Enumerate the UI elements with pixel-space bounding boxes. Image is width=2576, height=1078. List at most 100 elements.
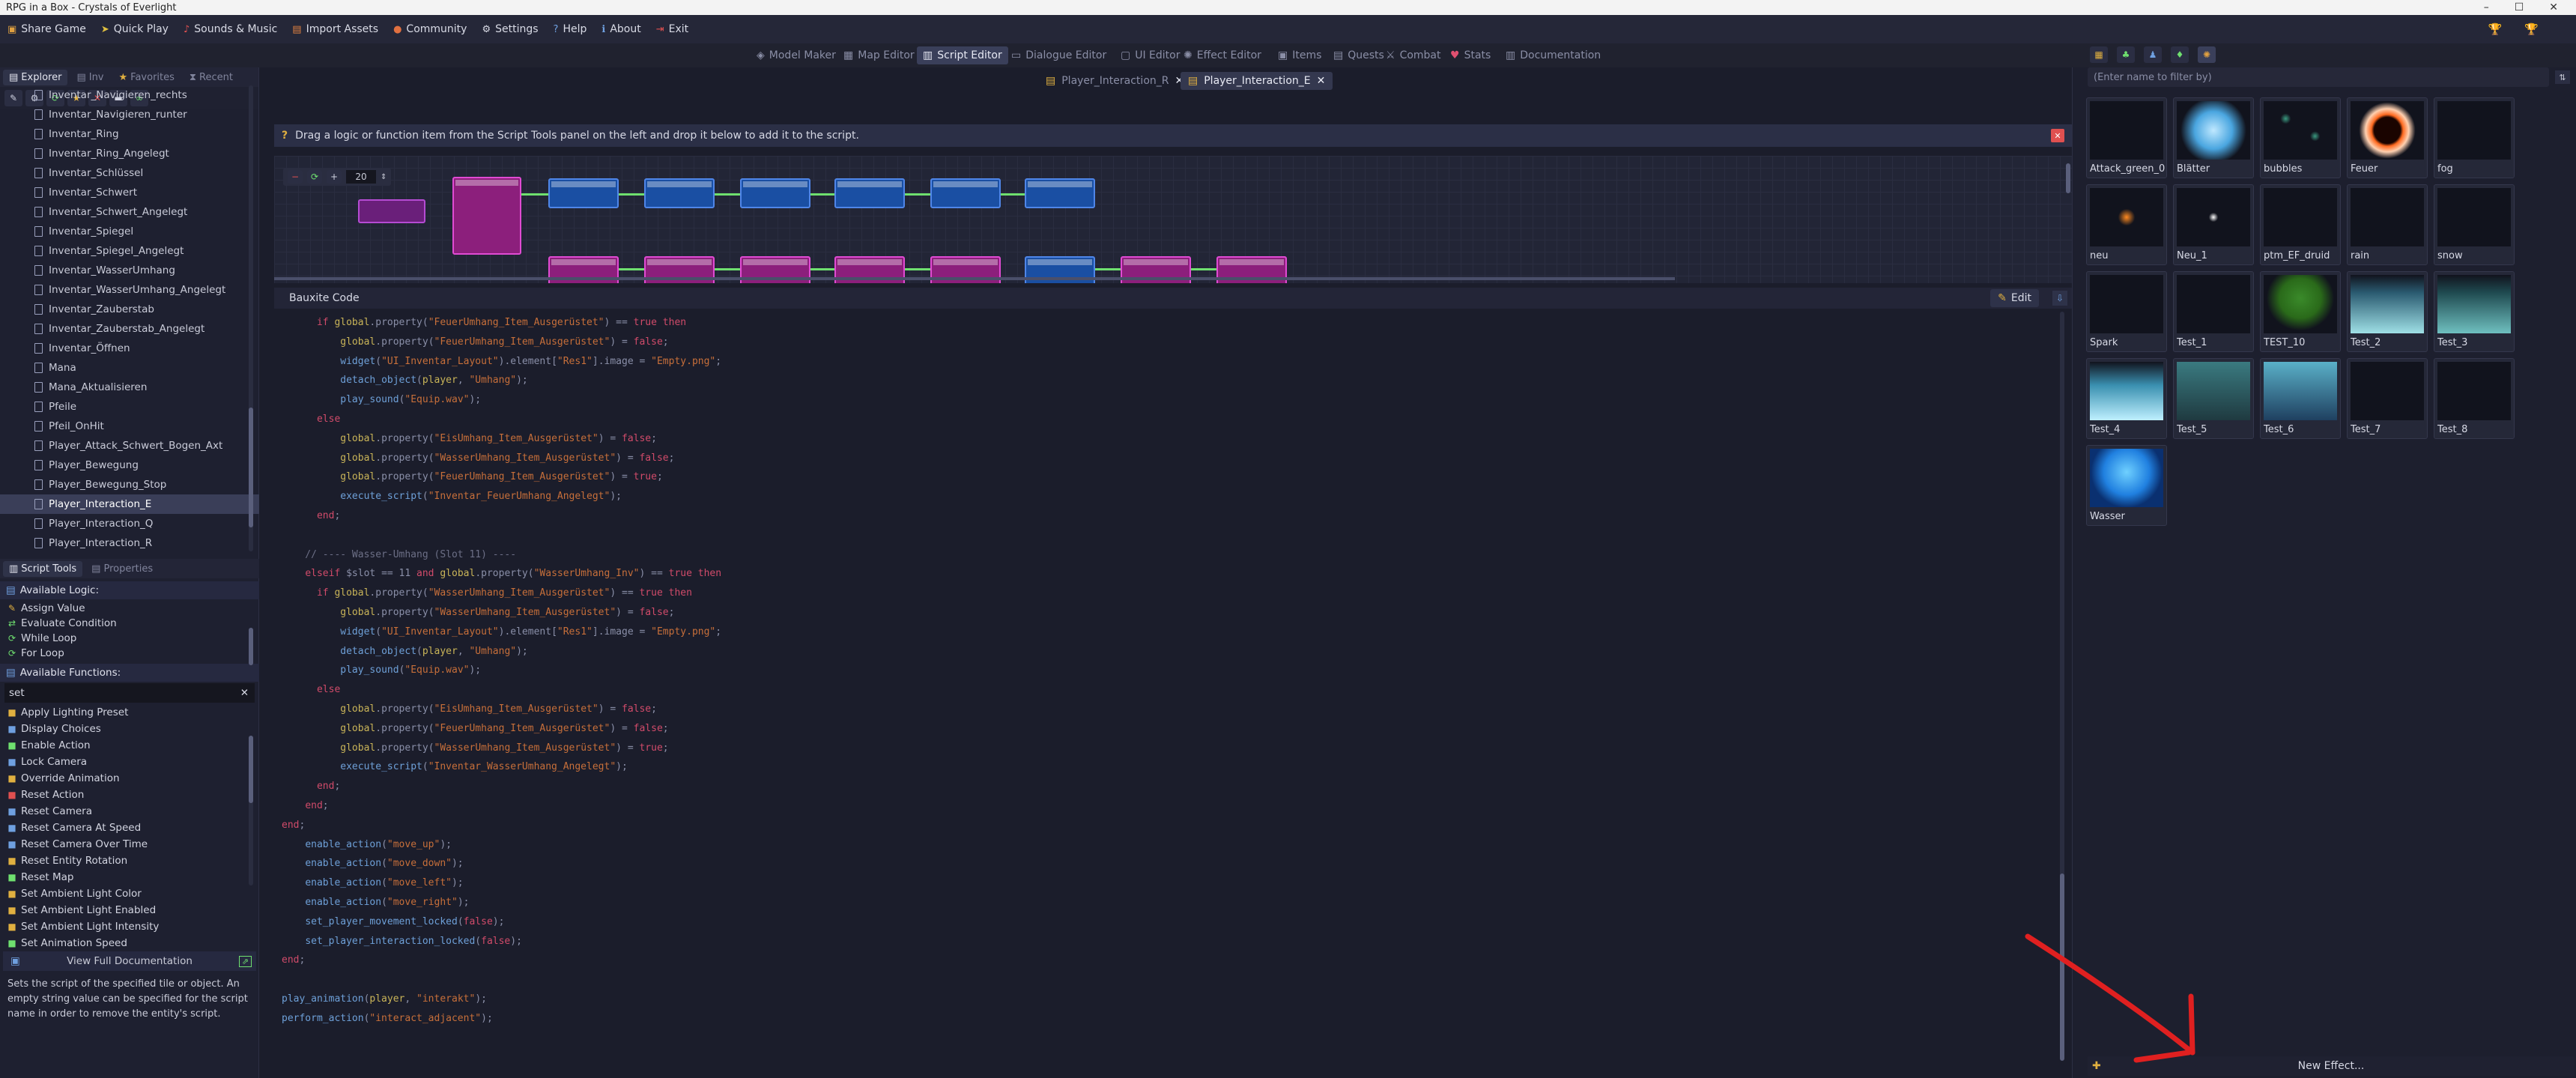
zoom-in-icon[interactable]: + xyxy=(327,170,342,184)
menu-quick-play[interactable]: ➤ Quick Play xyxy=(94,15,176,43)
zoom-value-input[interactable]: 20 xyxy=(346,170,376,184)
zoom-reset-icon[interactable]: ⟳ xyxy=(307,170,322,184)
script-tree-item[interactable]: Inventar_Spiegel_Angelegt xyxy=(0,241,259,261)
function-item[interactable]: ■ Set Ambient Light Enabled xyxy=(0,902,259,918)
script-tree-item[interactable]: Mana_Aktualisieren xyxy=(0,378,259,397)
effect-tile[interactable]: Test_2 xyxy=(2347,271,2428,352)
function-item[interactable]: ■ Display Choices xyxy=(0,721,259,737)
script-tree-item[interactable]: Inventar_Schwert xyxy=(0,183,259,202)
logic-scrollbar-thumb[interactable] xyxy=(249,628,253,665)
code-view[interactable]: if global.property("FeuerUmhang_Item_Aus… xyxy=(274,312,2057,1068)
effect-tile[interactable]: Attack_green_02 xyxy=(2086,97,2167,178)
close-window-button[interactable]: ✕ xyxy=(2549,1,2558,13)
menu-help[interactable]: ? Help xyxy=(546,15,595,43)
script-tree-item[interactable]: Inventar_Ring_Angelegt xyxy=(0,144,259,163)
script-tree-item[interactable]: Inventar_WasserUmhang xyxy=(0,261,259,280)
script-tree-item[interactable]: Inventar_Schwert_Angelegt xyxy=(0,202,259,222)
maximize-button[interactable]: ☐ xyxy=(2515,1,2524,13)
tree-scrollbar-thumb[interactable] xyxy=(249,408,253,527)
panel-characters-icon[interactable]: ♟ xyxy=(2144,46,2162,63)
panel-objects-icon[interactable]: ♣ xyxy=(2117,46,2135,63)
effect-tile[interactable]: Test_5 xyxy=(2173,358,2254,439)
tab-model-maker[interactable]: ◈ Model Maker xyxy=(751,46,842,64)
tab-script-editor[interactable]: ▥ Script Editor xyxy=(917,46,1008,64)
script-tree-item[interactable]: Player_Attack_Schwert_Bogen_Axt xyxy=(0,436,259,455)
trophy-list-icon[interactable]: 🏆 xyxy=(2524,22,2539,36)
edit-code-button[interactable]: ✎ Edit xyxy=(1990,289,2039,307)
script-tree-item[interactable]: Mana xyxy=(0,358,259,378)
graph-node[interactable] xyxy=(740,178,810,208)
function-item[interactable]: ■ Set Ambient Light Intensity xyxy=(0,918,259,935)
panel-tiles-icon[interactable]: ▦ xyxy=(2090,46,2108,63)
minimize-button[interactable]: – xyxy=(2484,1,2489,13)
effect-tile[interactable]: neu xyxy=(2086,184,2167,265)
script-tree-item[interactable]: Inventar_Schlüssel xyxy=(0,163,259,183)
menu-sounds-music[interactable]: ♪ Sounds & Music xyxy=(176,15,285,43)
doc-tab-interaction-e[interactable]: ▤ Player_Interaction_E ✕ xyxy=(1181,72,1333,90)
script-tree-item[interactable]: Inventar_WasserUmhang_Angelegt xyxy=(0,280,259,300)
script-tree-item[interactable]: Inventar_Öffnen xyxy=(0,339,259,358)
close-tab-icon[interactable]: ✕ xyxy=(1317,75,1326,87)
effect-tile[interactable]: rain xyxy=(2347,184,2428,265)
graph-scrollbar-thumb[interactable] xyxy=(2066,163,2070,193)
script-tree-item[interactable]: Inventar_Spiegel xyxy=(0,222,259,241)
panel-effects-icon[interactable]: ✺ xyxy=(2198,46,2216,63)
script-tree-item[interactable]: Inventar_Zauberstab xyxy=(0,300,259,319)
script-tree-item[interactable]: Player_Interaction_E xyxy=(0,494,259,514)
effect-tile[interactable]: bubbles xyxy=(2260,97,2341,178)
tab-explorer[interactable]: ▤ Explorer xyxy=(3,69,68,85)
tab-dialogue-editor[interactable]: ▭ Dialogue Editor xyxy=(1005,46,1112,64)
function-item[interactable]: ■ Set Animation Speed xyxy=(0,935,259,951)
function-item[interactable]: ■ Reset Camera xyxy=(0,803,259,820)
script-tree-item[interactable]: Player_Bewegung_Stop xyxy=(0,475,259,494)
function-scrollbar[interactable] xyxy=(249,736,253,885)
effect-tile[interactable]: Test_1 xyxy=(2173,271,2254,352)
function-item[interactable]: ■ Reset Map xyxy=(0,869,259,885)
effect-tile[interactable]: Neu_1 xyxy=(2173,184,2254,265)
menu-exit[interactable]: ⇥ Exit xyxy=(649,15,696,43)
function-item[interactable]: ■ Lock Camera xyxy=(0,754,259,770)
effect-tile[interactable]: ptm_EF_druid xyxy=(2260,184,2341,265)
logic-scrollbar[interactable] xyxy=(249,628,253,665)
tab-recent[interactable]: ⧗ Recent xyxy=(184,70,239,85)
tab-effect-editor[interactable]: ✺ Effect Editor xyxy=(1178,46,1267,64)
function-search-input[interactable]: set ✕ xyxy=(4,683,255,703)
effect-tile[interactable]: Feuer xyxy=(2347,97,2428,178)
panel-lights-icon[interactable]: ♦ xyxy=(2171,46,2189,63)
effect-tile[interactable]: TEST_10 xyxy=(2260,271,2341,352)
menu-share-game[interactable]: ▣ Share Game xyxy=(0,15,94,43)
export-icon[interactable]: ⇩ xyxy=(2052,291,2067,306)
script-tree-item[interactable]: Inventar_Navigieren_rechts xyxy=(0,85,259,105)
tab-favorites[interactable]: ★ Favorites xyxy=(113,70,181,85)
effect-tile[interactable]: Test_4 xyxy=(2086,358,2167,439)
graph-node[interactable] xyxy=(1025,178,1095,208)
graph-node[interactable] xyxy=(644,178,715,208)
clear-search-icon[interactable]: ✕ xyxy=(240,687,249,699)
script-tree-item[interactable]: Player_Interaction_R xyxy=(0,533,259,551)
script-tree-item[interactable]: Inventar_Zauberstab_Angelegt xyxy=(0,319,259,339)
script-tree-item[interactable]: Pfeil_OnHit xyxy=(0,417,259,436)
logic-item[interactable]: ✎ Assign Value xyxy=(0,601,259,616)
effect-tile[interactable]: Test_7 xyxy=(2347,358,2428,439)
graph-node[interactable] xyxy=(930,178,1001,208)
graph-node[interactable] xyxy=(452,177,521,255)
open-external-icon[interactable]: ⇗ xyxy=(238,955,252,967)
function-item[interactable]: ■ Override Animation xyxy=(0,770,259,787)
graph-node[interactable] xyxy=(358,199,425,223)
menu-about[interactable]: ℹ About xyxy=(594,15,648,43)
tab-combat[interactable]: ⚔ Combat xyxy=(1380,46,1447,64)
function-item[interactable]: ■ Reset Camera At Speed xyxy=(0,820,259,836)
tab-documentation[interactable]: ▥ Documentation xyxy=(1500,46,1607,64)
menu-import-assets[interactable]: ▤ Import Assets xyxy=(285,15,386,43)
tab-stats[interactable]: ♥ Stats xyxy=(1444,46,1497,64)
graph-node[interactable] xyxy=(834,178,905,208)
doc-tab-interaction-r[interactable]: ▤ Player_Interaction_R ✕ xyxy=(1038,72,1191,90)
logic-item[interactable]: ⟳ For Loop xyxy=(0,646,259,661)
function-item[interactable]: ■ Reset Camera Over Time xyxy=(0,836,259,853)
close-hint-icon[interactable]: ✕ xyxy=(2051,129,2064,142)
script-tree-item[interactable]: Player_Interaction_Q xyxy=(0,514,259,533)
menu-settings[interactable]: ⚙ Settings xyxy=(474,15,545,43)
tree-scrollbar[interactable] xyxy=(249,85,253,551)
tab-items[interactable]: ▣ Items xyxy=(1272,46,1327,64)
effect-tile[interactable]: Spark xyxy=(2086,271,2167,352)
